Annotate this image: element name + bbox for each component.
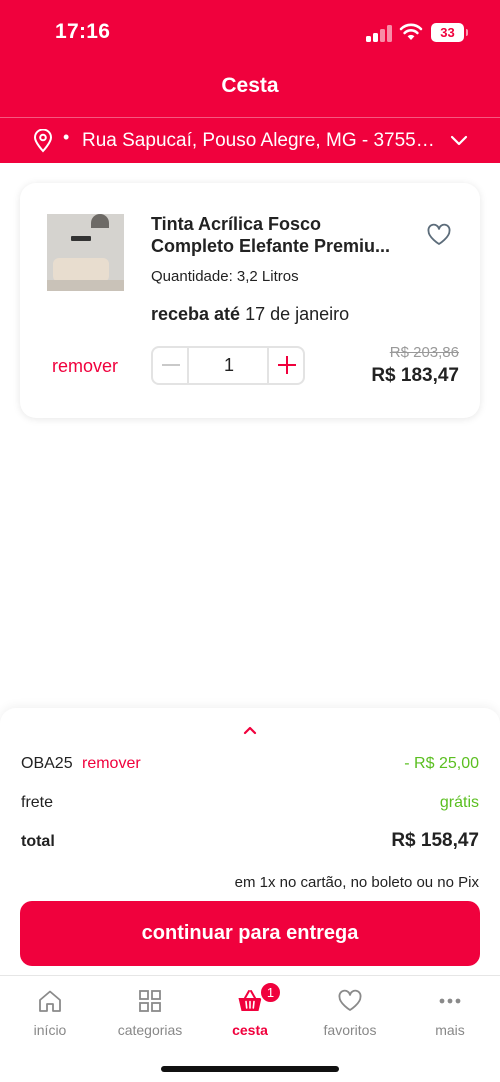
tab-label: mais [435,1022,465,1038]
tab-label: favoritos [323,1022,377,1038]
favorite-heart-icon[interactable] [426,223,452,247]
shipping-label: frete [21,794,54,811]
page-title: Cesta [221,74,279,97]
increase-quantity-button[interactable] [267,348,303,383]
tab-label: início [33,1022,67,1038]
tab-inicio[interactable]: início [0,976,100,1051]
total-label: total [21,833,55,850]
quantity-stepper: 1 [151,346,305,385]
tab-favoritos[interactable]: favoritos [300,976,400,1051]
remove-item-button[interactable]: remover [52,356,118,377]
product-name[interactable]: Tinta Acrílica Fosco Completo Elefante P… [151,213,411,257]
delivery-estimate: receba até 17 de janeiro [151,304,349,325]
battery-indicator: 33 [431,23,468,42]
cart-count-badge: 1 [259,981,282,1004]
address-selector[interactable]: • Rua Sapucaí, Pouso Alegre, MG - 37558-… [0,117,500,163]
home-icon [39,990,61,1012]
decrease-quantity-button[interactable] [153,348,189,383]
continue-to-delivery-button[interactable]: continuar para entrega [20,901,480,966]
more-icon [439,998,461,1004]
grid-icon [139,990,161,1012]
quantity-label: Quantidade: 3,2 Litros [151,268,299,285]
product-name-line2: Completo Elefante Premiu... [151,236,391,256]
delivery-date: 17 de janeiro [245,304,350,324]
payment-note: em 1x no cartão, no boleto ou no Pix [234,874,479,891]
shipping-value: grátis [439,794,479,811]
tab-cesta[interactable]: 1 cesta [200,976,300,1051]
coupon-code: OBA25 [21,755,73,772]
quantity-value[interactable]: 1 [189,355,269,376]
address-text: Rua Sapucaí, Pouso Alegre, MG - 37558-..… [82,130,442,151]
tab-label: cesta [232,1022,268,1038]
coupon-discount: - R$ 25,00 [404,755,479,772]
status-time: 17:16 [55,20,111,43]
current-price: R$ 183,47 [371,365,459,386]
product-name-line1: Tinta Acrílica Fosco [151,214,322,234]
heart-icon [338,989,362,1011]
tab-categorias[interactable]: categorias [100,976,200,1051]
product-image[interactable] [47,214,124,291]
tab-label: categorias [117,1022,183,1038]
wifi-icon [399,23,423,40]
tab-mais[interactable]: mais [400,976,500,1051]
address-bullet: • [63,127,70,147]
remove-coupon-button[interactable]: remover [82,755,141,773]
chevron-up-icon[interactable] [241,724,259,736]
original-price: R$ 203,86 [389,344,459,361]
location-pin-icon [33,129,53,153]
chevron-down-icon[interactable] [450,132,468,150]
total-value: R$ 158,47 [391,830,479,851]
app-header: 17:16 33 Cesta • Rua Sapucaí, Pouso Aleg… [0,0,500,163]
status-bar: 17:16 33 [0,0,500,66]
home-indicator [161,1066,339,1072]
cellular-signal-icon [366,24,392,42]
cart-item-card: Tinta Acrílica Fosco Completo Elefante P… [20,183,480,418]
delivery-prefix: receba até [151,304,241,324]
